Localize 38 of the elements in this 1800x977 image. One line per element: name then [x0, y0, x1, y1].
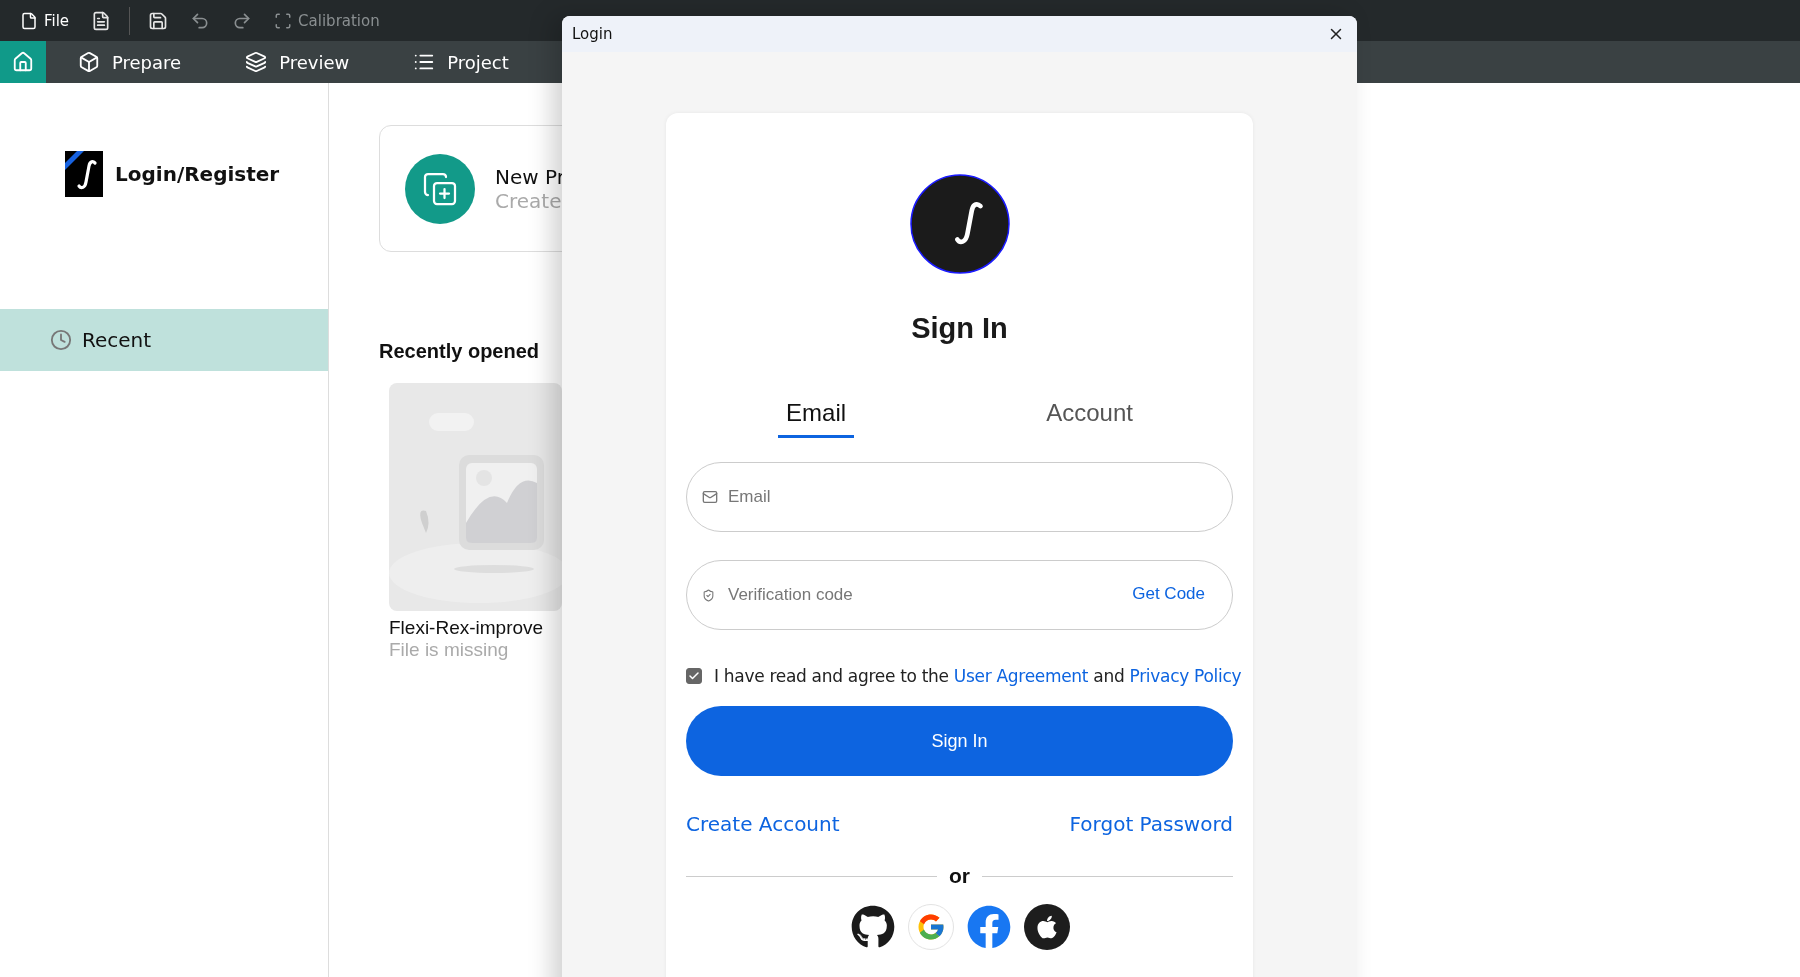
create-account-link[interactable]: Create Account [686, 812, 840, 836]
user-agreement-link[interactable]: User Agreement [953, 666, 1089, 686]
github-button[interactable] [849, 904, 896, 950]
file-status: File is missing [389, 639, 509, 661]
login-tab[interactable]: Email [778, 395, 855, 438]
calibration-icon [274, 11, 293, 30]
privacy-policy-link[interactable]: Privacy Policy [1129, 666, 1242, 686]
agreement-checkbox[interactable] [686, 668, 702, 684]
nav-tab[interactable]: Preview [213, 41, 382, 83]
login-tab[interactable]: Account [1038, 395, 1141, 438]
clock-icon [50, 329, 72, 351]
logo [65, 151, 103, 197]
or-divider-text: or [949, 864, 970, 888]
layers-icon [245, 51, 268, 73]
mail-icon [702, 489, 718, 505]
nav-tab[interactable]: Prepare [46, 41, 214, 83]
sign-in-button[interactable]: Sign In [686, 706, 1233, 776]
nav-tab[interactable]: Project [381, 41, 541, 83]
home-icon [12, 51, 34, 73]
home-tab[interactable] [0, 41, 46, 83]
sign-in-heading: Sign In [911, 312, 1008, 345]
sidebar-item[interactable]: Recent [0, 309, 328, 371]
file-icon [20, 11, 38, 30]
file-name: Flexi-Rex-improve [389, 617, 544, 639]
forgot-password-link[interactable]: Forgot Password [1069, 812, 1233, 836]
card-subtitle: Create [495, 188, 563, 213]
email-field[interactable]: Email [686, 462, 1233, 532]
login-register-link[interactable]: Login/Register [115, 162, 280, 186]
dialog-title: Login [572, 25, 613, 43]
facebook-button[interactable] [965, 904, 1012, 950]
apple-button[interactable] [1023, 904, 1070, 950]
check-icon [688, 670, 700, 682]
section-heading: Recently opened [379, 340, 541, 363]
file-menu[interactable]: File [16, 7, 74, 34]
shield-icon [702, 589, 715, 602]
get-code-button[interactable]: Get Code [1132, 584, 1205, 604]
agreement-text: I have read and agree to the User Agreement and Privacy Policy [714, 666, 1242, 686]
cube-icon [78, 51, 100, 73]
